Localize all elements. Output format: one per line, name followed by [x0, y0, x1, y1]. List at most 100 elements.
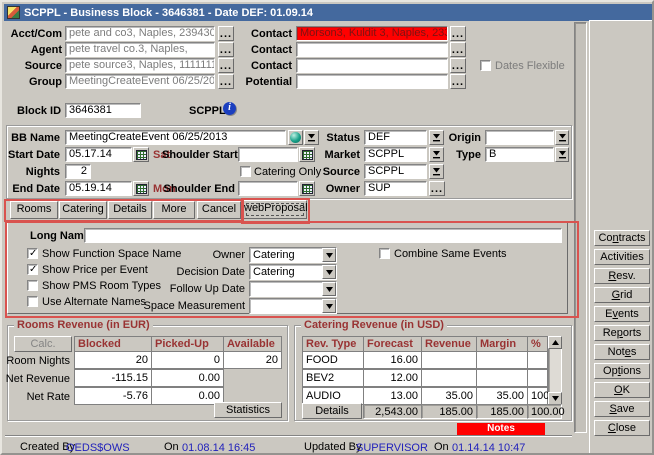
contact1-field[interactable]: Morson3, Kuldit 3, Naples, 2334445555 [296, 26, 448, 41]
dates-flexible-checkbox[interactable] [480, 60, 491, 71]
grid-button[interactable]: Grid [594, 287, 650, 303]
decision-date-dropdown[interactable]: Catering [249, 264, 337, 280]
type-field[interactable]: B [485, 147, 554, 162]
tab-rooms[interactable]: Rooms [10, 201, 58, 219]
options-button[interactable]: Options [594, 363, 650, 379]
catering-row-forecast[interactable]: 12.00 [363, 369, 422, 387]
show-function-space-name-checkbox[interactable] [27, 248, 38, 259]
show-price-per-event-checkbox[interactable] [27, 264, 38, 275]
market-field[interactable]: SCPPL [364, 147, 427, 162]
origin-field[interactable] [485, 130, 554, 145]
reports-button[interactable]: Reports [594, 325, 650, 341]
status-lov-button[interactable] [429, 130, 444, 145]
use-alternate-names-checkbox[interactable] [27, 296, 38, 307]
tab-details[interactable]: Details [108, 201, 152, 219]
activities-button[interactable]: Activities [594, 249, 650, 265]
owner-lookup-button[interactable] [429, 181, 445, 196]
agent-field[interactable]: pete travel co.3, Naples, [65, 42, 215, 57]
contact2-lookup-button[interactable] [450, 42, 466, 57]
tab-more[interactable]: More [153, 201, 195, 219]
catering-row-margin[interactable]: 35.00 [476, 387, 528, 405]
potential-field[interactable] [296, 74, 448, 89]
contact3-lookup-button[interactable] [450, 58, 466, 73]
net-revenue-picked-up[interactable]: 0.00 [151, 369, 224, 387]
events-button[interactable]: Events [594, 306, 650, 322]
catering-row-revenue[interactable]: 35.00 [421, 387, 477, 405]
info-icon[interactable] [223, 102, 236, 115]
calc-button[interactable]: Calc. [14, 336, 72, 352]
net-rate-blocked[interactable]: -5.76 [74, 387, 152, 405]
source-lookup-button[interactable] [218, 58, 234, 73]
owner-dropdown[interactable]: Catering [249, 247, 337, 263]
tab-cancel[interactable]: Cancel [197, 201, 241, 219]
show-pms-room-types-checkbox[interactable] [27, 280, 38, 291]
bb-name-field[interactable]: MeetingCreateEvent 06/25/2013 [65, 130, 286, 145]
catering-row-revenue[interactable] [421, 351, 477, 369]
catering-row-pct[interactable] [527, 351, 548, 369]
room-nights-blocked[interactable]: 20 [74, 351, 152, 369]
combine-same-events-checkbox[interactable] [379, 248, 390, 259]
room-nights-picked-up[interactable]: 0 [151, 351, 224, 369]
group-field[interactable]: MeetingCreateEvent 06/25/2013 [65, 74, 215, 89]
resv-button[interactable]: Resv. [594, 268, 650, 284]
dropdown-arrow-button[interactable] [322, 282, 336, 296]
dropdown-arrow-button[interactable] [322, 299, 336, 313]
notes-button[interactable]: Notes [594, 344, 650, 360]
translate-globe-button[interactable] [288, 130, 303, 145]
close-button[interactable]: Close [594, 420, 650, 436]
owner-field[interactable]: SUP [364, 181, 427, 196]
catering-row-revenue[interactable] [421, 369, 477, 387]
start-date-field[interactable]: 05.17.14 [65, 147, 132, 162]
contact2-field[interactable] [296, 42, 448, 57]
net-revenue-blocked[interactable]: -115.15 [74, 369, 152, 387]
potential-lookup-button[interactable] [450, 74, 466, 89]
source-lov-button[interactable] [429, 164, 444, 179]
notes-alert-lamp[interactable]: Notes [457, 423, 545, 435]
tab-catering[interactable]: Catering [59, 201, 107, 219]
catering-row-type[interactable]: BEV2 [302, 369, 364, 387]
catering-row-pct[interactable]: 100 [527, 387, 548, 405]
statistics-button[interactable]: Statistics [214, 402, 282, 418]
start-date-calendar-button[interactable] [133, 147, 149, 162]
contracts-button[interactable]: Contracts [594, 230, 650, 246]
catering-row-margin[interactable] [476, 369, 528, 387]
shoulder-start-field[interactable] [238, 147, 298, 162]
catering-row-type[interactable]: FOOD [302, 351, 364, 369]
block-id-field[interactable]: 3646381 [65, 103, 141, 118]
type-lov-button[interactable] [555, 147, 569, 162]
scroll-up-button[interactable] [548, 336, 562, 349]
room-nights-available[interactable]: 20 [223, 351, 282, 369]
ok-button[interactable]: OK [594, 382, 650, 398]
catering-row-pct[interactable] [527, 369, 548, 387]
source-code-field[interactable]: SCPPL [364, 164, 427, 179]
long-name-field[interactable] [84, 228, 562, 243]
acct-com-lookup-button[interactable] [218, 26, 234, 41]
details-button[interactable]: Details [302, 403, 362, 419]
shoulder-end-field[interactable] [238, 181, 298, 196]
agent-lookup-button[interactable] [218, 42, 234, 57]
catering-row-forecast[interactable]: 16.00 [363, 351, 422, 369]
end-date-calendar-button[interactable] [133, 181, 149, 196]
shoulder-end-calendar-button[interactable] [299, 181, 315, 196]
contact1-lookup-button[interactable] [450, 26, 466, 41]
market-lov-button[interactable] [429, 147, 444, 162]
acct-com-field[interactable]: pete and co3, Naples, 2394301212 [65, 26, 215, 41]
catering-only-checkbox[interactable] [240, 166, 251, 177]
dropdown-arrow-button[interactable] [322, 248, 336, 262]
follow-up-date-dropdown[interactable] [249, 281, 337, 297]
space-measurement-dropdown[interactable] [249, 298, 337, 314]
source-field[interactable]: pete source3, Naples, 1111111111 [65, 58, 215, 73]
status-field[interactable]: DEF [364, 130, 427, 145]
catering-row-forecast[interactable]: 13.00 [363, 387, 422, 405]
dropdown-arrow-button[interactable] [322, 265, 336, 279]
catering-row-margin[interactable] [476, 351, 528, 369]
shoulder-start-calendar-button[interactable] [299, 147, 315, 162]
end-date-field[interactable]: 05.19.14 [65, 181, 132, 196]
nights-field[interactable]: 2 [65, 164, 91, 179]
title-bar[interactable]: SCPPL - Business Block - 3646381 - Date … [4, 4, 652, 21]
origin-lov-button[interactable] [555, 130, 569, 145]
contact3-field[interactable] [296, 58, 448, 73]
group-lookup-button[interactable] [218, 74, 234, 89]
tab-webproposal[interactable]: webProposal [243, 200, 307, 219]
save-button[interactable]: Save [594, 401, 650, 417]
